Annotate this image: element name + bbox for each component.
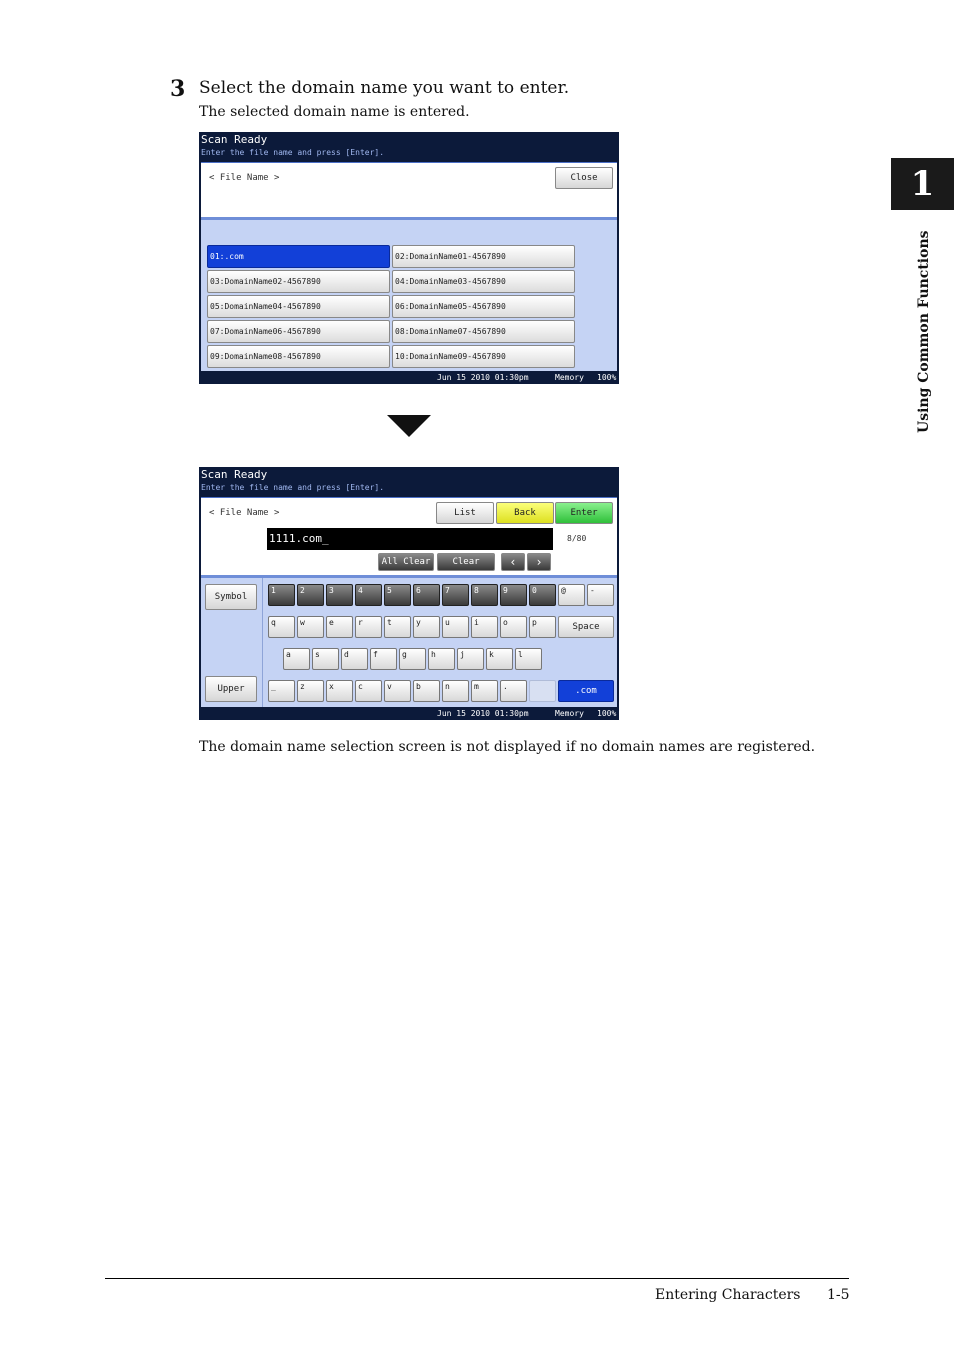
step-number: 3 (170, 76, 186, 102)
key[interactable]: 2 (297, 584, 324, 606)
key[interactable]: z (297, 680, 324, 702)
status-bar: Jun 15 2010 01:30pm Memory 100% (199, 708, 619, 720)
key[interactable]: 1 (268, 584, 295, 606)
key[interactable]: b (413, 680, 440, 702)
key[interactable]: p (529, 616, 556, 638)
domain-item[interactable]: 09:DomainName08-4567890 (207, 345, 390, 368)
status-percent: 100% (597, 373, 617, 382)
domain-item[interactable]: 07:DomainName06-4567890 (207, 320, 390, 343)
key[interactable]: d (341, 648, 368, 670)
status-datetime: Jun 15 2010 01:30pm (437, 373, 529, 382)
key[interactable]: 9 (500, 584, 527, 606)
symbol-button[interactable]: Symbol (205, 584, 257, 610)
blank-key (529, 680, 556, 702)
domain-item[interactable]: 05:DomainName04-4567890 (207, 295, 390, 318)
key[interactable]: n (442, 680, 469, 702)
all-clear-button[interactable]: All Clear (378, 553, 434, 571)
key[interactable]: . (500, 680, 527, 702)
key[interactable]: s (312, 648, 339, 670)
key[interactable]: r (355, 616, 382, 638)
file-name-label: < File Name > (209, 508, 280, 518)
domain-select-screen: Scan Ready Enter the file name and press… (199, 132, 619, 384)
key[interactable]: u (442, 616, 469, 638)
note-text: The domain name selection screen is not … (199, 739, 816, 755)
key[interactable]: 3 (326, 584, 353, 606)
key[interactable]: j (457, 648, 484, 670)
character-counter: 8/80 (567, 534, 587, 543)
key[interactable]: c (355, 680, 382, 702)
dotcom-button[interactable]: .com (558, 680, 614, 702)
key[interactable]: _ (268, 680, 295, 702)
chapter-side-label: Using Common Functions (916, 230, 932, 433)
key[interactable]: @ (558, 584, 585, 606)
screen-instruction: Enter the file name and press [Enter]. (201, 148, 385, 157)
footer-divider (105, 1278, 849, 1279)
key[interactable]: g (399, 648, 426, 670)
domain-item[interactable]: 02:DomainName01-4567890 (392, 245, 575, 268)
key[interactable]: l (515, 648, 542, 670)
key[interactable]: v (384, 680, 411, 702)
chapter-tab: 1 (891, 158, 954, 210)
key[interactable]: 5 (384, 584, 411, 606)
back-button[interactable]: Back (496, 502, 554, 524)
key[interactable]: 4 (355, 584, 382, 606)
status-bar: Jun 15 2010 01:30pm Memory 100% (199, 372, 619, 384)
key[interactable]: 7 (442, 584, 469, 606)
key[interactable]: 0 (529, 584, 556, 606)
file-name-input[interactable]: 1111.com_ (267, 528, 553, 550)
key[interactable]: y (413, 616, 440, 638)
cursor-left-icon[interactable]: ‹ (501, 553, 525, 571)
domain-item[interactable]: 06:DomainName05-4567890 (392, 295, 575, 318)
key[interactable]: 6 (413, 584, 440, 606)
key[interactable]: i (471, 616, 498, 638)
screen-title: Scan Ready (201, 468, 268, 481)
status-memory: Memory (555, 373, 584, 382)
key[interactable]: h (428, 648, 455, 670)
key[interactable]: k (486, 648, 513, 670)
down-arrow-icon (387, 415, 431, 437)
domain-item[interactable]: 04:DomainName03-4567890 (392, 270, 575, 293)
key[interactable]: e (326, 616, 353, 638)
key[interactable]: x (326, 680, 353, 702)
domain-item[interactable]: 01:.com (207, 245, 390, 268)
status-datetime: Jun 15 2010 01:30pm (437, 709, 529, 718)
list-button[interactable]: List (436, 502, 494, 524)
domain-item[interactable]: 03:DomainName02-4567890 (207, 270, 390, 293)
screen-title: Scan Ready (201, 133, 268, 146)
file-name-panel: < File Name > Close (201, 162, 617, 218)
file-name-panel: < File Name > List Back Enter 1111.com_ … (201, 497, 617, 576)
key[interactable]: w (297, 616, 324, 638)
footer-section: Entering Characters (655, 1287, 801, 1303)
page-number: 1-5 (827, 1287, 850, 1303)
domain-list-panel: 01:.com 02:DomainName01-4567890 03:Domai… (201, 217, 617, 371)
status-percent: 100% (597, 709, 617, 718)
step-title: Select the domain name you want to enter… (199, 78, 570, 98)
key[interactable]: a (283, 648, 310, 670)
clear-button[interactable]: Clear (437, 553, 495, 571)
key[interactable]: 8 (471, 584, 498, 606)
domain-item[interactable]: 08:DomainName07-4567890 (392, 320, 575, 343)
close-button[interactable]: Close (555, 167, 613, 189)
key[interactable]: - (587, 584, 614, 606)
file-name-label: < File Name > (209, 173, 280, 183)
domain-item[interactable]: 10:DomainName09-4567890 (392, 345, 575, 368)
cursor-right-icon[interactable]: › (527, 553, 551, 571)
key[interactable]: t (384, 616, 411, 638)
key[interactable]: f (370, 648, 397, 670)
step-subtitle: The selected domain name is entered. (199, 104, 470, 120)
file-name-entry-screen: Scan Ready Enter the file name and press… (199, 467, 619, 720)
status-memory: Memory (555, 709, 584, 718)
upper-button[interactable]: Upper (205, 676, 257, 702)
key[interactable]: q (268, 616, 295, 638)
key[interactable]: o (500, 616, 527, 638)
space-button[interactable]: Space (558, 616, 614, 638)
enter-button[interactable]: Enter (555, 502, 613, 524)
key[interactable]: m (471, 680, 498, 702)
screen-instruction: Enter the file name and press [Enter]. (201, 483, 385, 492)
keyboard-panel: Symbol Upper 1 2 3 4 5 6 7 8 9 0 @ - q w… (201, 575, 617, 707)
